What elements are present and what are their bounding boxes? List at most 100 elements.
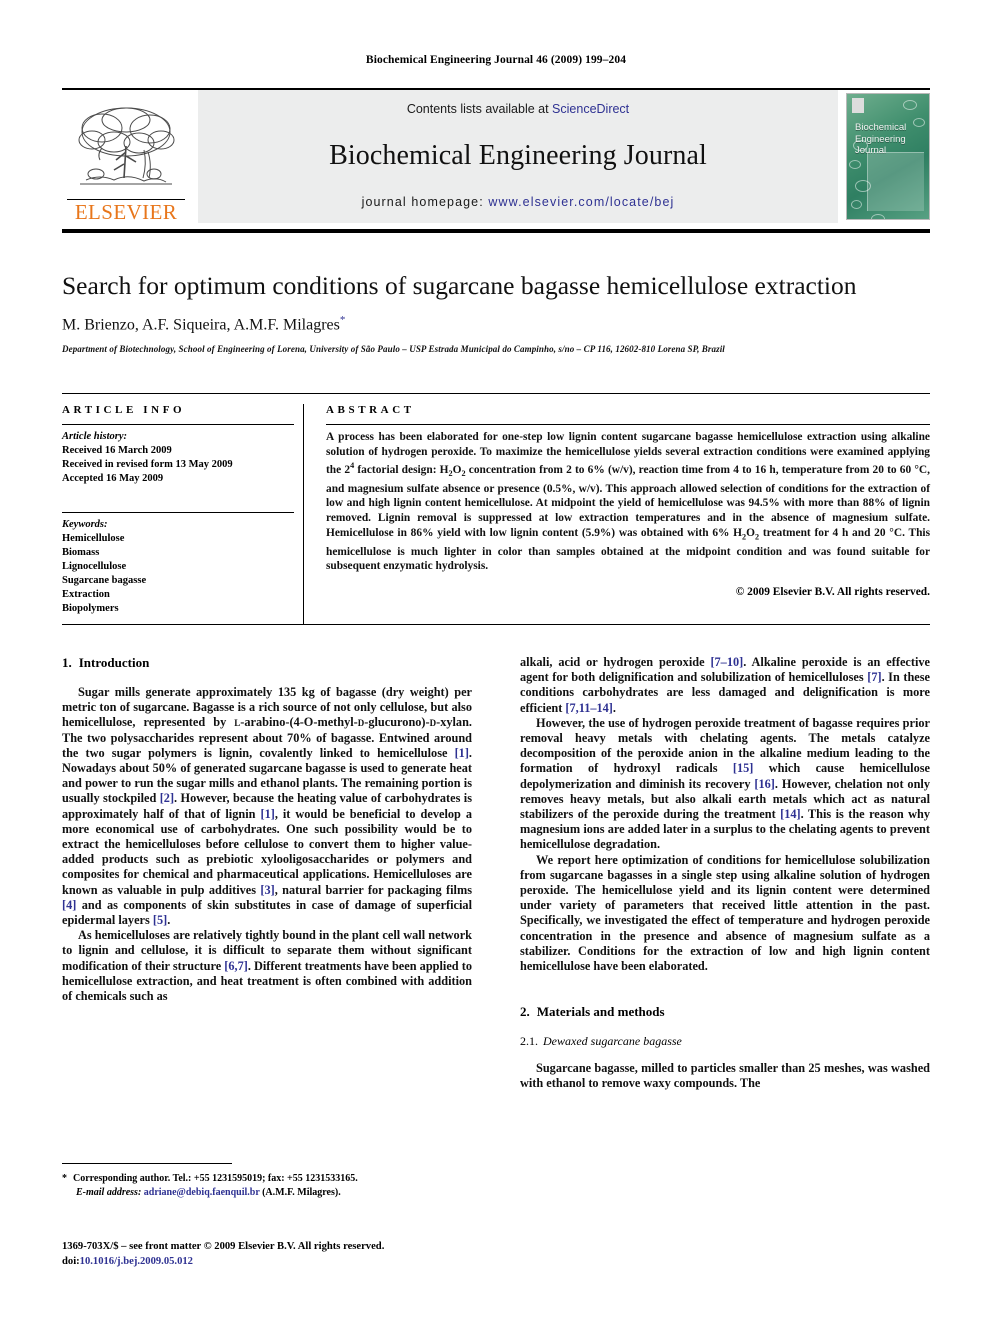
citation-link[interactable]: [14] xyxy=(780,807,801,821)
section-heading-materials-and-methods: 2. Materials and methods xyxy=(520,1004,930,1020)
doi-link[interactable]: 10.1016/j.bej.2009.05.012 xyxy=(80,1256,193,1267)
doi-line: doi:10.1016/j.bej.2009.05.012 xyxy=(62,1255,532,1270)
bubble-icon xyxy=(849,160,861,169)
article-info-column: ARTICLE INFO Article history: Received 1… xyxy=(62,404,304,624)
abstract-fragment: O xyxy=(452,463,462,476)
abstract-text: A process has been elaborated for one-st… xyxy=(326,430,930,574)
section-title: Materials and methods xyxy=(536,1004,665,1020)
journal-title: Biochemical Engineering Journal xyxy=(329,139,707,171)
keyword-item: Lignocellulose xyxy=(62,561,127,572)
email-link[interactable]: adriane@debiq.faenquil.br xyxy=(144,1187,260,1198)
citation-link[interactable]: [4] xyxy=(62,898,76,912)
journal-cover-thumbnail: Biochemical Engineering Journal xyxy=(846,93,930,220)
sciencedirect-link[interactable]: ScienceDirect xyxy=(552,102,629,116)
issn-copyright-line: 1369-703X/$ – see front matter © 2009 El… xyxy=(62,1241,385,1252)
subsection-number: 2.1. xyxy=(520,1034,538,1049)
bubble-icon xyxy=(903,100,917,110)
body-column-left: 1. Introduction Sugar mills generate appr… xyxy=(62,655,472,1215)
keyword-item: Sugarcane bagasse xyxy=(62,575,147,586)
footnote-email-line: E-mail address: adriane@debiq.faenquil.b… xyxy=(62,1186,482,1200)
running-head: Biochemical Engineering Journal 46 (2009… xyxy=(365,54,627,66)
abstract-column: ABSTRACT A process has been elaborated f… xyxy=(304,404,930,624)
text-fragment: . xyxy=(167,913,171,928)
text-fragment: . xyxy=(612,700,616,715)
elsevier-tree-icon xyxy=(78,107,175,185)
abstract-fragment: factorial design: H xyxy=(354,463,449,476)
corresponding-author-marker: * xyxy=(339,314,346,326)
cover-title-line: Biochemical xyxy=(855,122,907,133)
text-fragment: , natural barrier for packaging films xyxy=(274,882,472,897)
keywords-block: Keywords: Hemicellulose Biomass Lignocel… xyxy=(62,512,294,616)
keyword-item: Hemicellulose xyxy=(62,533,125,544)
homepage-prefix: journal homepage: xyxy=(361,195,489,209)
citation-link[interactable]: [5] xyxy=(153,913,167,927)
citation-link[interactable]: [16] xyxy=(754,777,775,791)
abstract-fragment: O xyxy=(746,526,756,539)
history-item: Received 16 March 2009 xyxy=(62,445,172,456)
body-columns: 1. Introduction Sugar mills generate appr… xyxy=(62,655,930,1215)
contents-available-line: Contents lists available at ScienceDirec… xyxy=(407,102,629,116)
citation-link[interactable]: [7,11–14] xyxy=(565,701,612,715)
cover-inset-box xyxy=(867,152,924,211)
text-fragment: -arabino-(4-O-methyl- xyxy=(240,715,358,730)
keyword-item: Extraction xyxy=(62,589,110,600)
paragraph: However, the use of hydrogen peroxide tr… xyxy=(520,716,930,853)
history-item: Received in revised form 13 May 2009 xyxy=(62,459,233,470)
citation-link[interactable]: [2] xyxy=(160,791,174,805)
imprint-block: 1369-703X/$ – see front matter © 2009 El… xyxy=(62,1240,532,1269)
paper-page: Biochemical Engineering Journal 46 (2009… xyxy=(0,0,992,1323)
email-suffix: (A.M.F. Milagres). xyxy=(259,1186,341,1198)
text-fragment: and as components of skin substitutes in… xyxy=(62,897,472,928)
homepage-url-link[interactable]: www.elsevier.com/locate/bej xyxy=(488,195,674,209)
affiliation: Department of Biotechnology, School of E… xyxy=(62,344,725,354)
bubble-icon xyxy=(871,214,885,219)
paragraph: We report here optimization of condition… xyxy=(520,852,930,974)
footnote-divider xyxy=(62,1163,232,1164)
citation-link[interactable]: [1] xyxy=(260,807,274,821)
corresponding-author-footnote: * Corresponding author. Tel.: +55 1231595… xyxy=(62,1172,482,1199)
author-list: M. Brienzo, A.F. Siqueira, A.M.F. Milagr… xyxy=(62,314,930,334)
section-title: Introduction xyxy=(78,655,150,670)
bubble-icon xyxy=(851,200,862,209)
masthead-bottom-rule xyxy=(62,229,930,233)
bubble-icon xyxy=(913,118,925,127)
history-item: Accepted 16 May 2009 xyxy=(62,473,164,484)
section-heading-introduction: 1. Introduction xyxy=(62,655,472,671)
keyword-item: Biomass xyxy=(62,547,100,558)
paragraph: alkali, acid or hydrogen peroxide [7–10]… xyxy=(520,655,930,716)
article-history-label: Article history: xyxy=(62,431,128,442)
divider xyxy=(62,424,294,425)
elsevier-wordmark: ELSEVIER xyxy=(67,198,185,223)
citation-link[interactable]: [1] xyxy=(455,746,469,760)
section-number: 1. xyxy=(62,655,72,670)
cover-elsevier-mark-icon xyxy=(852,98,864,113)
citation-link[interactable]: [7] xyxy=(867,670,881,684)
subsection-title: Dewaxed sugarcane bagasse xyxy=(543,1034,682,1049)
divider xyxy=(326,424,930,425)
journal-masthead: ELSEVIER Contents lists available at Sci… xyxy=(62,88,930,226)
email-label: E-mail address: xyxy=(76,1186,142,1198)
citation-link[interactable]: [3] xyxy=(260,883,274,897)
contents-prefix: Contents lists available at xyxy=(406,102,553,116)
journal-homepage-line: journal homepage: www.elsevier.com/locat… xyxy=(362,195,675,209)
paragraph: As hemicelluloses are relatively tightly… xyxy=(62,928,472,1004)
divider xyxy=(62,512,294,513)
section-number: 2. xyxy=(520,1004,530,1020)
abstract-heading: ABSTRACT xyxy=(326,404,415,416)
citation-link[interactable]: [15] xyxy=(733,761,754,775)
footnote-marker: * xyxy=(62,1173,67,1184)
cover-title-line: Engineering xyxy=(855,133,906,145)
citation-link[interactable]: [7–10] xyxy=(710,655,743,669)
article-info-heading: ARTICLE INFO xyxy=(62,404,186,416)
page-title: Search for optimum conditions of sugarca… xyxy=(62,271,857,300)
author-names: M. Brienzo, A.F. Siqueira, A.M.F. Milagr… xyxy=(62,316,340,334)
footnote-line: * Corresponding author. Tel.: +55 1231595… xyxy=(62,1172,482,1186)
paragraph: Sugar mills generate approximately 135 k… xyxy=(62,685,472,928)
keywords-label: Keywords: xyxy=(62,519,108,530)
footnote-text: Corresponding author. Tel.: +55 12315950… xyxy=(73,1173,358,1184)
citation-link[interactable]: [6,7] xyxy=(224,959,248,973)
paragraph: Sugarcane bagasse, milled to particles s… xyxy=(520,1061,930,1091)
keyword-item: Biopolymers xyxy=(62,603,119,614)
elsevier-logo: ELSEVIER xyxy=(62,90,190,223)
